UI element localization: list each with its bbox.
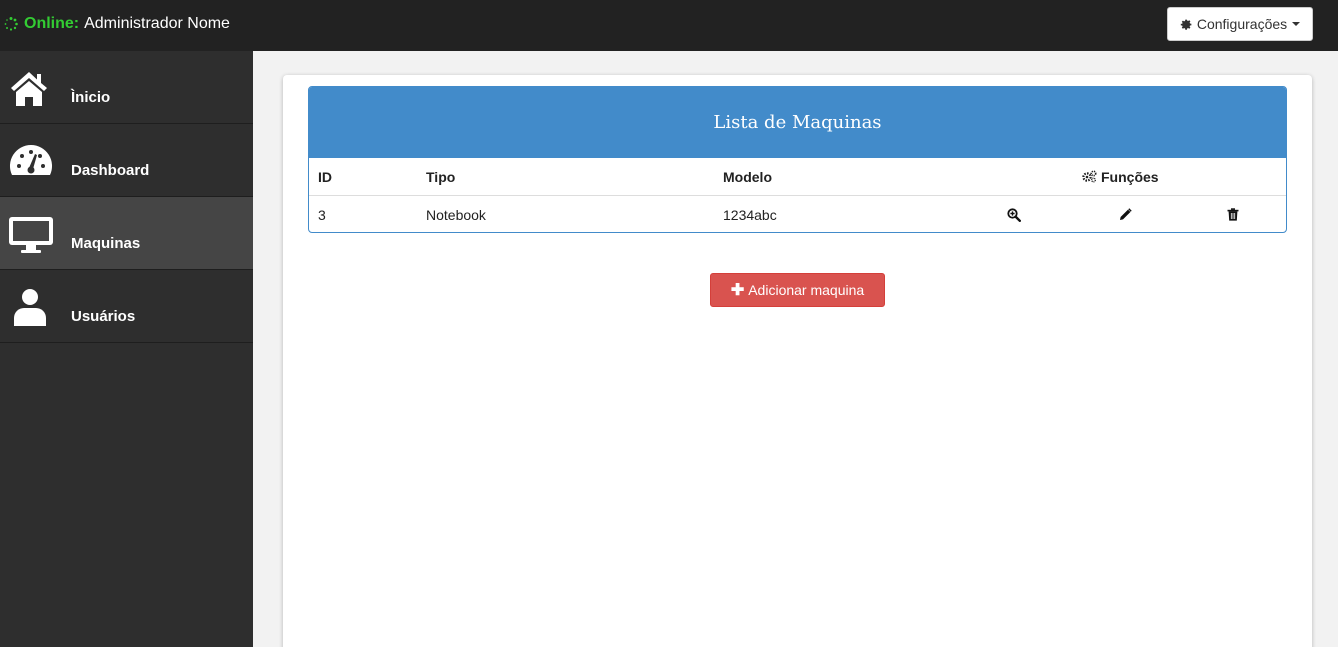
view-button[interactable] [1007, 196, 1021, 232]
table-column-headers: ID Tipo Modelo Funções [309, 158, 1286, 196]
spinner-icon [4, 17, 18, 31]
top-navbar: Online: Administrador Nome Configurações [0, 0, 1338, 51]
settings-dropdown-button[interactable]: Configurações [1167, 7, 1313, 41]
sidebar: Ìnicio Dashboard Maquinas Usuários [0, 51, 253, 647]
machines-table: Lista de Maquinas ID Tipo Modelo Funções… [308, 86, 1287, 233]
add-machine-label: Adicionar maquina [748, 282, 865, 298]
trash-icon [1227, 208, 1239, 221]
settings-label: Configurações [1196, 16, 1288, 32]
column-header-tipo: Tipo [426, 168, 456, 185]
online-label: Online: [24, 15, 80, 32]
sidebar-item-maquinas[interactable]: Maquinas [0, 197, 253, 270]
cell-id: 3 [318, 206, 326, 223]
sidebar-item-label: Usuários [71, 308, 136, 325]
monitor-icon [9, 217, 53, 253]
sidebar-item-inicio[interactable]: Ìnicio [0, 51, 253, 124]
user-name: Administrador Nome [84, 15, 230, 32]
column-header-modelo: Modelo [723, 168, 772, 185]
delete-button[interactable] [1227, 196, 1239, 232]
caret-down-icon [1292, 22, 1301, 26]
sidebar-item-label: Ìnicio [71, 89, 111, 106]
user-icon [14, 289, 46, 326]
pencil-icon [1120, 208, 1132, 220]
edit-button[interactable] [1119, 196, 1132, 232]
table-title: Lista de Maquinas [713, 112, 882, 133]
gears-icon [1082, 170, 1097, 183]
cell-modelo: 1234abc [723, 206, 777, 223]
column-header-id: ID [318, 168, 332, 185]
add-machine-button[interactable]: ✚ Adicionar maquina [710, 273, 885, 307]
column-header-funcoes: Funções [1082, 158, 1162, 195]
sidebar-item-dashboard[interactable]: Dashboard [0, 124, 253, 197]
table-header: Lista de Maquinas [309, 87, 1286, 158]
plus-icon: ✚ [730, 282, 745, 299]
online-status: Online: Administrador Nome [4, 14, 230, 34]
zoom-in-icon [1007, 207, 1021, 222]
funcoes-label: Funções [1101, 168, 1159, 185]
dashboard-icon [9, 144, 53, 175]
sidebar-item-label: Dashboard [71, 162, 150, 179]
cell-tipo: Notebook [426, 206, 486, 223]
home-icon [11, 72, 47, 106]
gear-icon [1180, 19, 1192, 30]
table-row: 3 Notebook 1234abc [309, 196, 1286, 232]
content-panel: Lista de Maquinas ID Tipo Modelo Funções… [283, 75, 1312, 647]
sidebar-item-label: Maquinas [71, 235, 141, 252]
sidebar-item-usuarios[interactable]: Usuários [0, 270, 253, 343]
